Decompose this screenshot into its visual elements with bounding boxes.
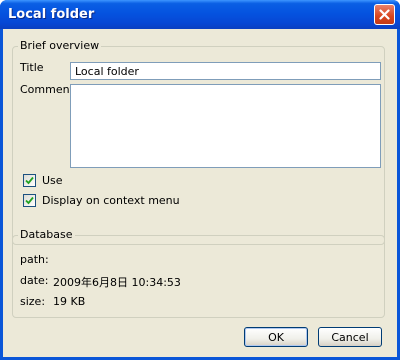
title-label: Title [20,61,44,74]
overview-legend: Brief overview [18,39,102,52]
path-label: path: [20,253,49,266]
dialog-window: Local folder Brief overview Title Commen… [0,0,400,360]
context-menu-checkbox-row[interactable]: Display on context menu [23,194,180,207]
close-icon [379,9,390,20]
checkmark-icon [25,176,34,185]
database-legend: Database [18,228,75,241]
use-checkbox-row[interactable]: Use [23,174,63,187]
size-label: size: [20,295,46,308]
context-menu-label: Display on context menu [42,194,180,207]
date-value: 2009年6月8日 10:34:53 [53,276,181,289]
comment-label: Comment [20,83,74,96]
use-checkbox[interactable] [23,174,36,187]
cancel-button[interactable]: Cancel [318,327,382,347]
checkmark-icon [25,196,34,205]
title-field[interactable] [70,62,381,80]
dialog-client-area: Brief overview Title Comment Use Display… [3,29,397,357]
size-value: 19 KB [53,295,86,308]
window-title: Local folder [8,7,95,22]
use-label: Use [42,174,63,187]
comment-field[interactable] [70,84,381,168]
date-label: date: [20,274,49,287]
ok-button[interactable]: OK [244,327,308,347]
close-button[interactable] [374,4,395,25]
context-menu-checkbox[interactable] [23,194,36,207]
title-bar[interactable]: Local folder [0,0,400,29]
